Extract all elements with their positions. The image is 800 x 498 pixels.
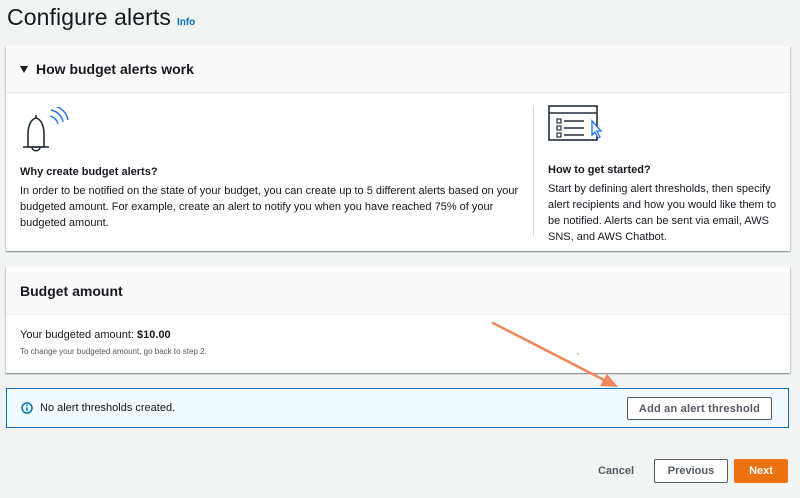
why-create-heading: Why create budget alerts? <box>20 166 158 178</box>
previous-button[interactable]: Previous <box>654 459 728 483</box>
budget-amount-header: Budget amount <box>6 267 790 315</box>
cancel-button[interactable]: Cancel <box>590 459 642 483</box>
budgeted-amount-value: $10.00 <box>137 329 171 341</box>
budget-amount-title: Budget amount <box>20 282 123 299</box>
budgeted-amount-line: Your budgeted amount: $10.00 <box>20 328 776 342</box>
budgeted-amount-hint: To change your budgeted amount, go back … <box>20 347 207 356</box>
how-to-start-column: How to get started? Start by defining al… <box>534 93 790 251</box>
bell-icon <box>23 107 69 152</box>
add-alert-threshold-button[interactable]: Add an alert threshold <box>627 397 772 420</box>
caret-down-icon <box>20 65 28 73</box>
how-it-works-toggle[interactable]: How budget alerts work <box>6 46 790 93</box>
configure-alerts-page: Configure alerts Info How budget alerts … <box>0 0 800 498</box>
how-it-works-title: How budget alerts work <box>36 61 194 77</box>
next-button[interactable]: Next <box>734 459 788 483</box>
alert-thresholds-info-bar: No alert thresholds created. Add an aler… <box>6 388 789 428</box>
how-to-start-heading: How to get started? <box>548 164 651 176</box>
why-create-column: Why create budget alerts? In order to be… <box>6 93 534 251</box>
budget-amount-body: Your budgeted amount: $10.00 To change y… <box>6 315 790 369</box>
info-icon <box>21 402 33 414</box>
page-header: Configure alerts Info <box>7 4 195 31</box>
budget-amount-panel: Budget amount Your budgeted amount: $10.… <box>6 267 790 373</box>
budgeted-amount-label: Your budgeted amount: <box>20 329 134 341</box>
how-budget-alerts-work-panel: How budget alerts work Why create budget… <box>6 46 790 251</box>
how-it-works-columns: Why create budget alerts? In order to be… <box>6 93 790 251</box>
why-create-body: In order to be notified on the state of … <box>20 185 519 229</box>
browser-checklist-icon <box>548 105 603 141</box>
no-alerts-message: No alert thresholds created. <box>40 402 176 414</box>
how-to-start-body: Start by defining alert thresholds, then… <box>548 183 777 243</box>
page-title: Configure alerts <box>7 4 171 30</box>
info-link[interactable]: Info <box>177 17 195 28</box>
